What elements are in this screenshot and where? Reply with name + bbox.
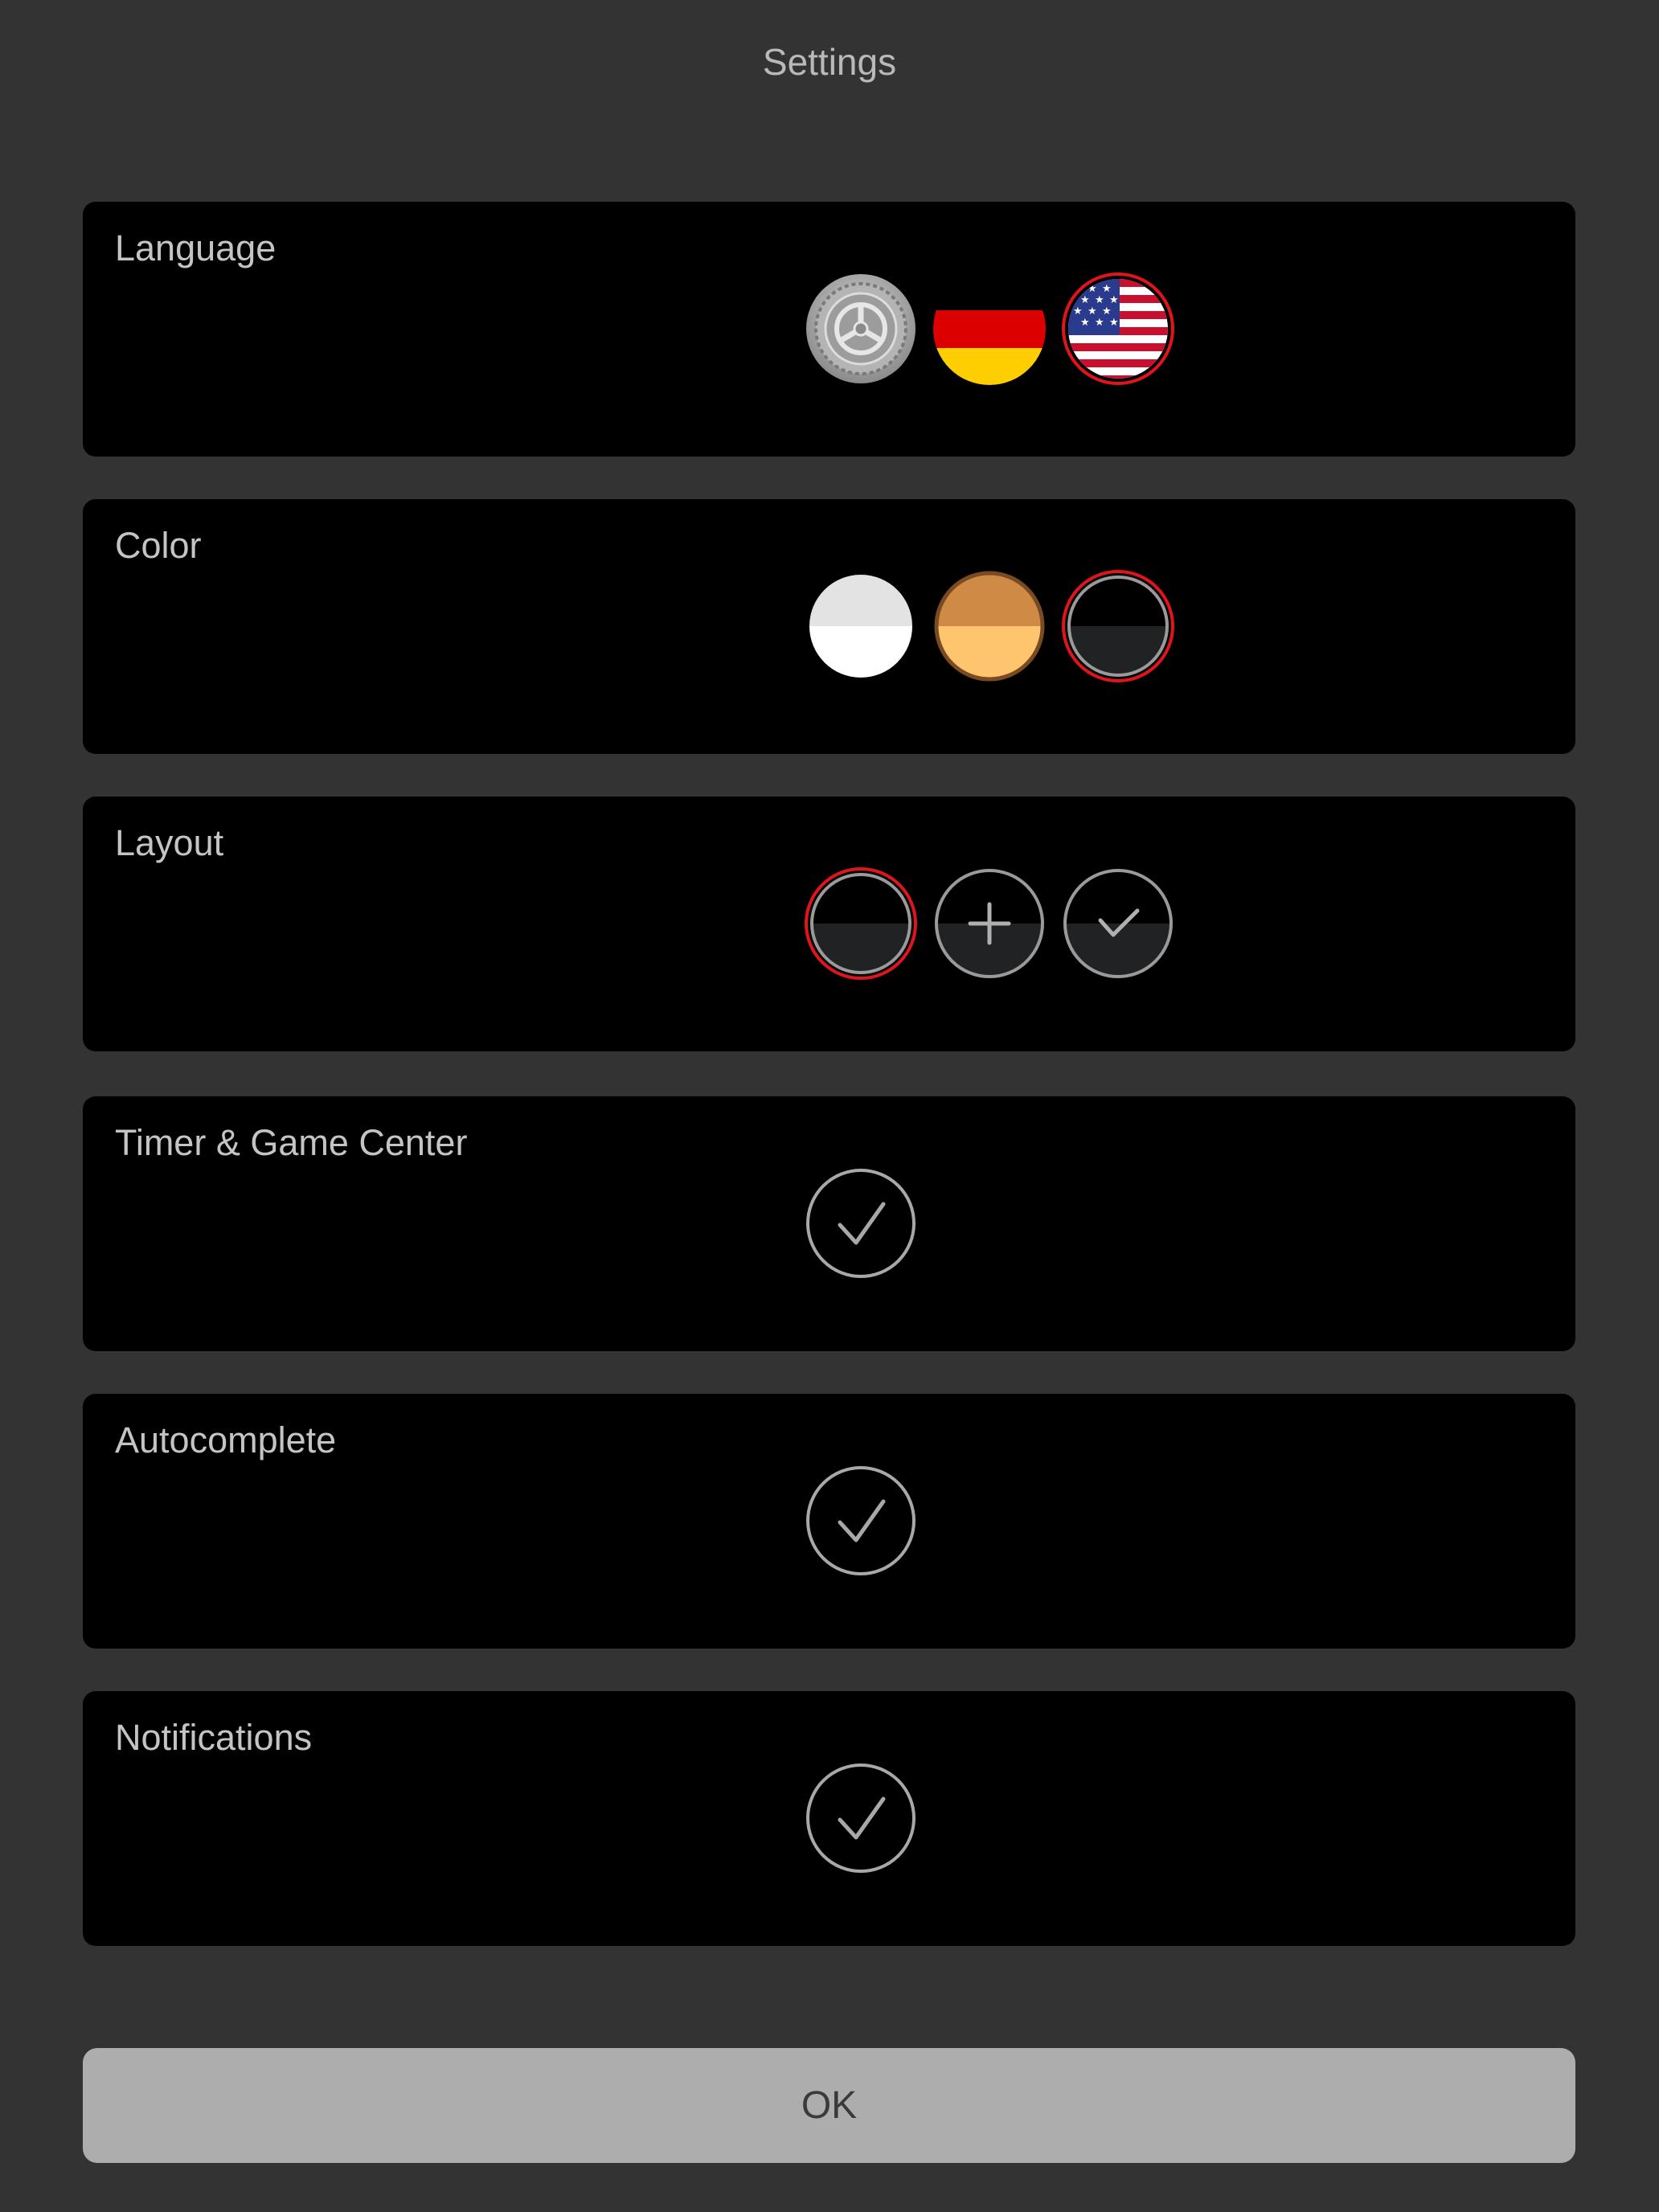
checkmark-icon — [806, 1763, 916, 1873]
svg-text:★: ★ — [1095, 317, 1104, 329]
timer-game-center-section: Timer & Game Center — [83, 1096, 1575, 1351]
orange-theme-swatch — [934, 571, 1045, 682]
checkmark-icon — [806, 1466, 916, 1575]
language-label: Language — [115, 227, 276, 268]
notifications-toggle[interactable] — [805, 1762, 917, 1874]
layout-plain-icon — [805, 867, 917, 980]
svg-text:★: ★ — [1109, 317, 1119, 329]
layout-label: Layout — [115, 822, 224, 863]
autocomplete-label: Autocomplete — [115, 1419, 337, 1460]
system-gear-icon — [806, 274, 916, 383]
svg-text:★: ★ — [1102, 283, 1112, 295]
timer-game-center-toggle[interactable] — [805, 1167, 917, 1280]
color-section: Color — [83, 499, 1575, 754]
svg-text:★: ★ — [1109, 294, 1119, 306]
language-option-english[interactable]: ★ ★ ★ ★ ★ ★ ★ ★ ★ ★ ★ ★ — [1062, 272, 1174, 385]
us-flag-icon: ★ ★ ★ ★ ★ ★ ★ ★ ★ ★ ★ ★ — [1062, 272, 1174, 385]
svg-text:★: ★ — [1102, 305, 1112, 317]
language-option-german[interactable] — [933, 272, 1046, 385]
layout-section: Layout — [83, 797, 1575, 1051]
notifications-label: Notifications — [115, 1717, 313, 1758]
svg-text:★: ★ — [1080, 294, 1090, 306]
layout-plus-icon — [935, 869, 1044, 978]
ok-button[interactable]: OK — [83, 2048, 1575, 2163]
language-section: Language ★ ★ ★ ★ ★ ★ ★ ★ ★ ★ ★ ★ — [83, 202, 1575, 457]
color-option-light[interactable] — [805, 570, 917, 682]
autocomplete-toggle[interactable] — [805, 1464, 917, 1577]
color-label: Color — [115, 525, 202, 566]
color-option-dark[interactable] — [1062, 570, 1174, 682]
german-flag-icon — [933, 272, 1046, 385]
layout-check-icon — [1063, 869, 1173, 978]
svg-text:★: ★ — [1073, 305, 1083, 317]
notifications-section: Notifications — [83, 1691, 1575, 1946]
svg-text:★: ★ — [1095, 294, 1104, 306]
dark-theme-swatch — [1062, 570, 1174, 682]
layout-option-plain[interactable] — [805, 867, 917, 980]
checkmark-icon — [806, 1169, 916, 1278]
svg-text:★: ★ — [1088, 305, 1097, 317]
language-option-system[interactable] — [805, 272, 917, 385]
layout-option-check[interactable] — [1062, 867, 1174, 980]
timer-game-center-label: Timer & Game Center — [115, 1122, 468, 1163]
autocomplete-section: Autocomplete — [83, 1394, 1575, 1649]
light-theme-swatch — [809, 575, 912, 678]
page-title: Settings — [762, 41, 897, 83]
color-option-orange[interactable] — [933, 570, 1046, 682]
layout-option-plus[interactable] — [933, 867, 1046, 980]
svg-text:★: ★ — [1080, 317, 1090, 329]
